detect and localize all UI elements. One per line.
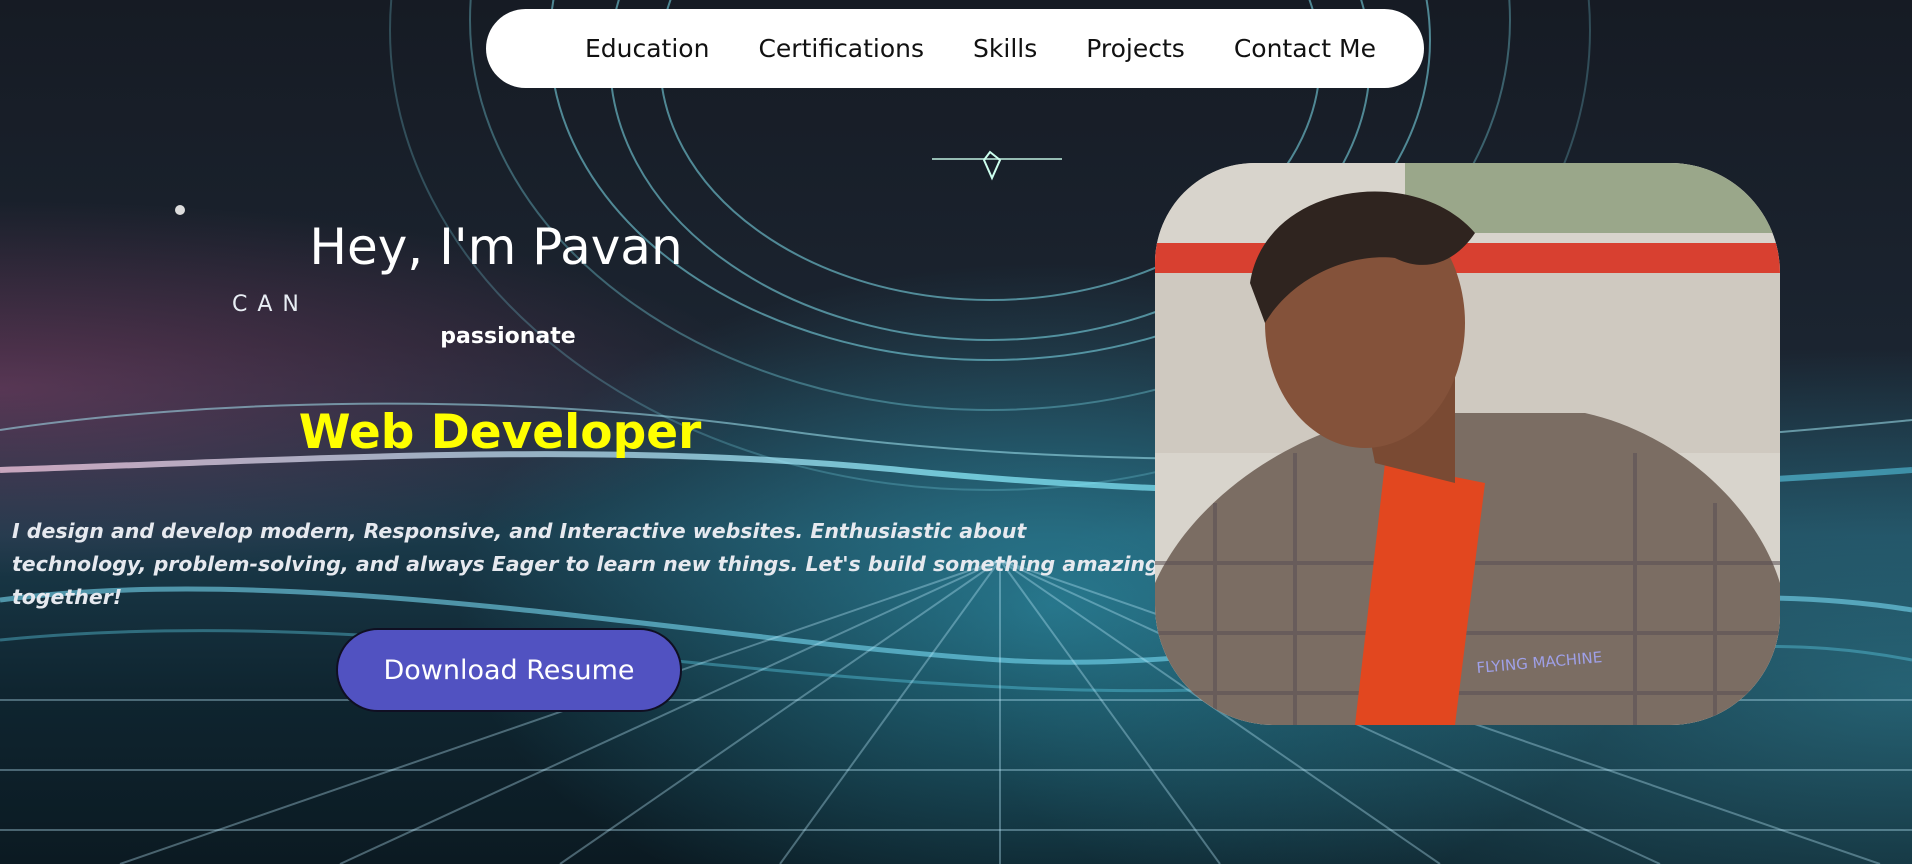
top-navigation: Education Certifications Skills Projects… (486, 9, 1424, 88)
portfolio-page: Education Certifications Skills Projects… (0, 0, 1912, 864)
background-text: CAN (232, 292, 309, 317)
nav-skills[interactable]: Skills (973, 34, 1037, 63)
nav-certifications[interactable]: Certifications (758, 34, 924, 63)
download-resume-button[interactable]: Download Resume (336, 628, 682, 712)
hero-greeting: Hey, I'm Pavan (309, 218, 683, 276)
hero-tagline: passionate (440, 324, 576, 349)
hero-role: Web Developer (298, 405, 702, 460)
nav-projects[interactable]: Projects (1086, 34, 1185, 63)
portrait-photo-icon: FLYING MACHINE (1155, 163, 1780, 725)
profile-photo: FLYING MACHINE (1155, 163, 1780, 725)
nav-contact-me[interactable]: Contact Me (1234, 34, 1376, 63)
nav-education[interactable]: Education (585, 34, 709, 63)
hero-bio: I design and develop modern, Responsive,… (12, 519, 1160, 609)
